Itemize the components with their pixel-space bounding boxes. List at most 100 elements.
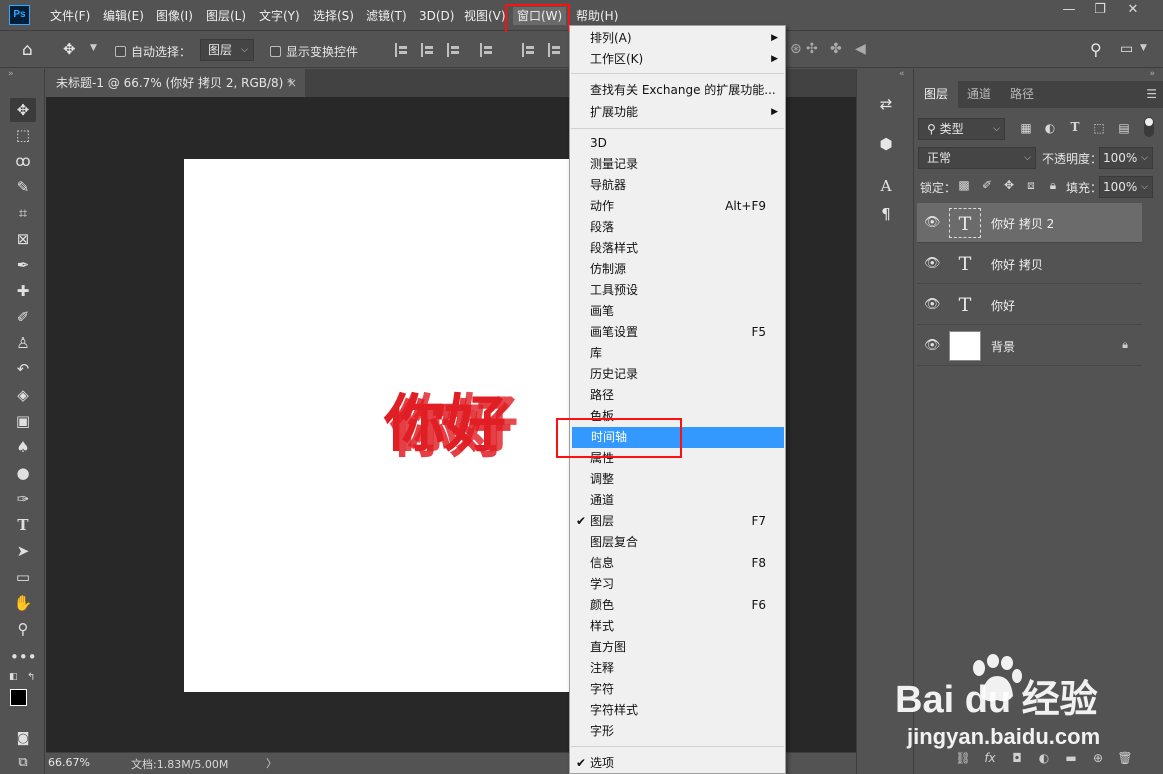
menu-item-history[interactable]: 历史记录 xyxy=(571,364,784,385)
menu-item-paragraph-styles[interactable]: 段落样式 xyxy=(571,238,784,259)
menu-item-find-exchange[interactable]: 查找有关 Exchange 的扩展功能... xyxy=(571,80,784,101)
menu-item-adjustments[interactable]: 调整 xyxy=(571,469,784,490)
collapse-arrows-icon[interactable]: » xyxy=(1149,69,1155,79)
zoom-tool-icon[interactable]: ⚲ xyxy=(10,617,36,641)
crop-tool-icon[interactable]: ⌗ xyxy=(10,201,36,225)
eye-icon[interactable]: 👁︎ xyxy=(924,297,941,312)
panel-menu-icon[interactable]: ☰ xyxy=(1146,87,1157,101)
layer-row-background[interactable]: 👁︎ 背景 🔒︎ xyxy=(917,326,1142,366)
brush-tool-icon[interactable]: ✐ xyxy=(10,305,36,329)
menu-image[interactable]: 图像(I) xyxy=(156,8,193,24)
3d-camera-icon[interactable]: ◀ xyxy=(855,41,866,57)
menu-item-color[interactable]: 颜色 F6 xyxy=(571,595,784,616)
quick-mask-icon[interactable]: ◙ xyxy=(10,727,36,751)
menu-edit[interactable]: 编辑(E) xyxy=(103,8,144,24)
pen-tool-icon[interactable]: ✑ xyxy=(10,487,36,511)
layer-name[interactable]: 你好 拷贝 xyxy=(991,256,1043,273)
default-colors-icon[interactable]: ◧ xyxy=(9,672,18,682)
menu-item-notes[interactable]: 注释 xyxy=(571,658,784,679)
lock-all-icon[interactable]: 🔒︎ xyxy=(1045,178,1061,193)
zoom-level[interactable]: 66.67% xyxy=(48,756,90,769)
workspace-caret-icon[interactable]: ▼ xyxy=(1140,43,1147,53)
move-tool-icon[interactable]: ✥ xyxy=(10,98,36,122)
menu-type[interactable]: 文字(Y) xyxy=(259,8,300,24)
auto-select-target-select[interactable]: 图层 ⌵ xyxy=(200,39,254,61)
menu-item-character-styles[interactable]: 字符样式 xyxy=(571,700,784,721)
dodge-tool-icon[interactable]: ● xyxy=(10,461,36,485)
lock-transparent-icon[interactable]: ▩ xyxy=(956,178,972,192)
3d-slide-icon[interactable]: ✤ xyxy=(830,41,842,57)
menu-item-learn[interactable]: 学习 xyxy=(571,574,784,595)
menu-item-brush-settings[interactable]: 画笔设置 F5 xyxy=(571,322,784,343)
lasso-tool-icon[interactable]: ꝏ xyxy=(10,149,36,173)
menu-item-workspace[interactable]: 工作区(K) ▶ xyxy=(571,49,784,70)
lock-image-icon[interactable]: ✐ xyxy=(979,178,995,192)
layer-name[interactable]: 背景 xyxy=(991,338,1015,355)
menu-3d[interactable]: 3D(D) xyxy=(419,8,454,24)
layer-name[interactable]: 你好 xyxy=(991,297,1015,314)
document-tab[interactable]: 未标题-1 @ 66.7% (你好 拷贝 2, RGB/8) * × xyxy=(46,69,305,97)
distribute-icon[interactable] xyxy=(480,43,494,57)
menu-item-paragraph[interactable]: 段落 xyxy=(571,217,784,238)
menu-item-glyphs[interactable]: 字形 xyxy=(571,721,784,742)
foreground-color-swatch[interactable] xyxy=(10,689,27,706)
menu-item-navigator[interactable]: 导航器 xyxy=(571,175,784,196)
more-tools-icon[interactable]: ••• xyxy=(10,645,37,669)
healing-brush-tool-icon[interactable]: ✚ xyxy=(10,279,36,303)
menu-item-arrange[interactable]: 排列(A) ▶ xyxy=(571,28,784,49)
quick-select-tool-icon[interactable]: ✎ xyxy=(10,175,36,199)
menu-layer[interactable]: 图层(L) xyxy=(206,8,246,24)
tab-channels[interactable]: 通道 xyxy=(957,81,1001,108)
type-tool-icon[interactable]: T xyxy=(10,513,36,537)
menu-item-styles[interactable]: 样式 xyxy=(571,616,784,637)
move-tool-icon[interactable]: ✥ xyxy=(63,40,76,58)
status-menu-icon[interactable]: 〉 xyxy=(266,755,277,771)
gradient-tool-icon[interactable]: ▣ xyxy=(10,409,36,433)
search-icon[interactable]: ⚲ xyxy=(1090,40,1102,59)
show-transform-checkbox[interactable]: 显示变换控件 xyxy=(270,43,358,60)
path-select-tool-icon[interactable]: ➤ xyxy=(10,539,36,563)
menu-item-info[interactable]: 信息 F8 xyxy=(571,553,784,574)
eraser-tool-icon[interactable]: ◈ xyxy=(10,383,36,407)
eye-icon[interactable]: 👁︎ xyxy=(924,215,941,230)
screen-mode-icon[interactable]: ⧉ xyxy=(10,751,36,774)
align-top-icon[interactable] xyxy=(522,43,536,57)
eye-icon[interactable]: 👁︎ xyxy=(924,256,941,271)
tool-preset-caret-icon[interactable]: ▼ xyxy=(90,43,97,53)
3d-orbit-icon[interactable]: ⊛ xyxy=(790,41,802,57)
filter-smart-object-icon[interactable]: ▤ xyxy=(1116,121,1132,135)
menu-file[interactable]: 文件(F) xyxy=(50,8,90,24)
tab-layers[interactable]: 图层 xyxy=(914,81,959,108)
filter-adjustment-icon[interactable]: ◐ xyxy=(1042,121,1058,135)
layer-row-copy-2[interactable]: 👁︎ T 你好 拷贝 2 xyxy=(917,203,1142,243)
lock-icon[interactable]: 🔒︎ xyxy=(1122,338,1128,352)
close-icon[interactable]: × xyxy=(287,69,297,97)
eye-icon[interactable]: 👁︎ xyxy=(924,338,941,353)
filter-type-icon[interactable]: T xyxy=(1067,120,1083,134)
stamp-tool-icon[interactable]: ♙ xyxy=(10,331,36,355)
menu-item-measurement-log[interactable]: 测量记录 xyxy=(571,154,784,175)
3d-panel-icon[interactable]: ⬢ xyxy=(875,133,897,155)
restore-button[interactable]: ❐ xyxy=(1086,0,1114,22)
document-canvas[interactable]: 你好 你好 你好 xyxy=(184,159,574,692)
menu-item-paths[interactable]: 路径 xyxy=(571,385,784,406)
hand-tool-icon[interactable]: ✋ xyxy=(10,591,36,615)
character-panel-icon[interactable]: A xyxy=(875,175,897,197)
menu-item-3d[interactable]: 3D xyxy=(571,133,784,154)
menu-item-layer-comps[interactable]: 图层复合 xyxy=(571,532,784,553)
menu-filter[interactable]: 滤镜(T) xyxy=(366,8,407,24)
blur-tool-icon[interactable]: ♠ xyxy=(10,435,36,459)
history-brush-tool-icon[interactable]: ↶ xyxy=(10,357,36,381)
rectangle-tool-icon[interactable]: ▭ xyxy=(10,565,36,589)
align-center-icon[interactable] xyxy=(421,43,435,57)
minimize-button[interactable]: — xyxy=(1055,0,1083,22)
swap-colors-icon[interactable]: ↰ xyxy=(27,672,35,683)
home-icon[interactable]: ⌂ xyxy=(22,40,33,60)
history-panel-icon[interactable]: ⇄ xyxy=(875,93,897,115)
auto-select-checkbox[interactable]: 自动选择： xyxy=(115,43,191,60)
menu-item-clone-source[interactable]: 仿制源 xyxy=(571,259,784,280)
menu-item-tool-presets[interactable]: 工具预设 xyxy=(571,280,784,301)
menu-item-actions[interactable]: 动作 Alt+F9 xyxy=(571,196,784,217)
menu-item-histogram[interactable]: 直方图 xyxy=(571,637,784,658)
collapse-arrows-icon[interactable]: « xyxy=(899,69,905,79)
